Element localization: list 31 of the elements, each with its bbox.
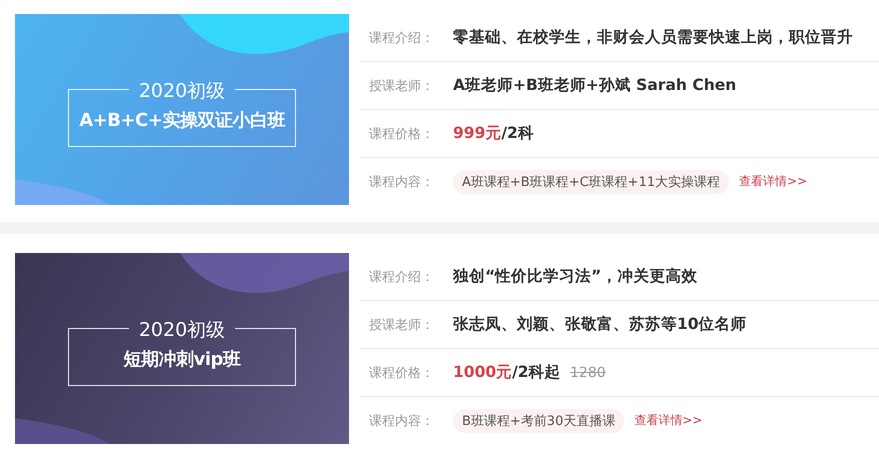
- frame-corner-line: [235, 89, 296, 102]
- teacher-names: 张志凤、刘颖、张敬富、苏苏等10位名师: [453, 314, 747, 335]
- field-label: 课程介绍：: [369, 30, 435, 46]
- price-amount: 1000元: [453, 363, 512, 381]
- field-label: 课程内容：: [369, 174, 435, 190]
- frame-corner-line: [68, 89, 129, 102]
- content-tag: A班课程+B班课程+C班课程+11大实操课程: [453, 170, 730, 194]
- field-label: 课程价格：: [369, 126, 435, 142]
- course-intro: 零基础、在校学生，非财会人员需要快速上岗，职位晋升: [453, 27, 853, 48]
- details-link[interactable]: 查看详情>>: [739, 173, 808, 190]
- details-link[interactable]: 查看详情>>: [634, 412, 702, 429]
- course-banner[interactable]: 2020初级 短期冲刺vip班: [15, 253, 349, 444]
- original-price: 1280: [570, 365, 606, 381]
- field-label: 授课老师：: [369, 316, 435, 334]
- frame-corner-line: [68, 328, 129, 341]
- banner-subtitle: 2020初级: [138, 80, 226, 102]
- frame-corner-line: [235, 328, 296, 341]
- field-label: 课程内容：: [369, 412, 435, 430]
- field-label: 课程介绍：: [369, 268, 435, 286]
- banner-title: A+B+C+实操双证小白班: [79, 109, 285, 132]
- banner-title: 短期冲刺vip班: [124, 348, 240, 371]
- course-banner[interactable]: 2020初级 A+B+C+实操双证小白班: [15, 14, 349, 205]
- price-unit: /2科起: [512, 363, 561, 381]
- content-tag: B班课程+考前30天直播课: [453, 408, 624, 432]
- course-intro: 独创“性价比学习法”，冲关更高效: [453, 266, 698, 287]
- price-unit: /2科: [501, 124, 534, 142]
- teacher-names: A班老师+B班老师+孙斌 Sarah Chen: [453, 75, 736, 96]
- field-label: 课程价格：: [369, 364, 435, 382]
- banner-subtitle: 2020初级: [138, 319, 226, 341]
- price-amount: 999元: [453, 124, 502, 142]
- field-label: 授课老师：: [369, 78, 435, 94]
